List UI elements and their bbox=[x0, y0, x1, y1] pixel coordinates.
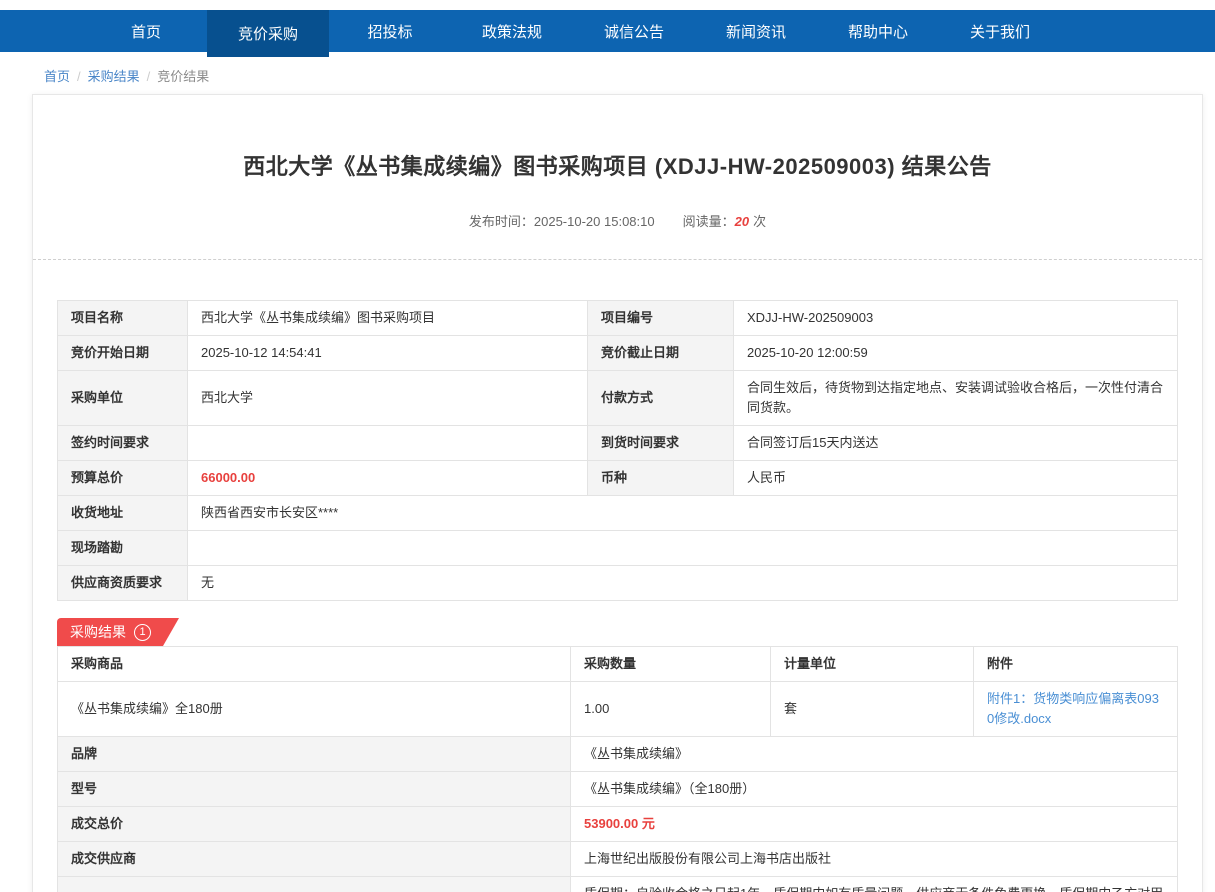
attachment-cell: 附件1：货物类响应偏离表0930修改.docx bbox=[974, 682, 1178, 737]
info-label: 项目名称 bbox=[58, 301, 188, 336]
column-header-quantity: 采购数量 bbox=[571, 647, 771, 682]
info-label: 竞价截止日期 bbox=[588, 336, 734, 371]
announcement-card: 西北大学《丛书集成续编》图书采购项目 (XDJJ-HW-202509003) 结… bbox=[32, 94, 1203, 892]
info-value: XDJJ-HW-202509003 bbox=[734, 301, 1178, 336]
info-label: 币种 bbox=[588, 461, 734, 496]
attachment-link[interactable]: 附件1：货物类响应偏离表0930修改.docx bbox=[987, 689, 1164, 729]
table-row: 现场踏勘 bbox=[58, 531, 1178, 566]
table-row: 质保及售后服务 质保期：自验收合格之日起1年。质保期内如有质量问题，供应商无条件… bbox=[58, 877, 1178, 892]
project-info-table: 项目名称 西北大学《丛书集成续编》图书采购项目 项目编号 XDJJ-HW-202… bbox=[57, 300, 1178, 601]
nav-item-bidding-purchase[interactable]: 竞价采购 bbox=[207, 10, 329, 57]
table-row: 成交总价 53900.00 元 bbox=[58, 807, 1178, 842]
breadcrumb-separator: / bbox=[77, 69, 81, 84]
result-badge-label: 采购结果 bbox=[70, 622, 126, 642]
info-label: 签约时间要求 bbox=[58, 426, 188, 461]
page-top-spacer bbox=[0, 0, 1215, 10]
product-unit: 套 bbox=[771, 682, 974, 737]
result-badge: 采购结果 1 bbox=[57, 618, 179, 646]
table-row: 型号 《丛书集成续编》（全180册） bbox=[58, 772, 1178, 807]
info-value: 陕西省西安市长安区**** bbox=[188, 496, 1178, 531]
table-row: 项目名称 西北大学《丛书集成续编》图书采购项目 项目编号 XDJJ-HW-202… bbox=[58, 301, 1178, 336]
info-value: 2025-10-20 12:00:59 bbox=[734, 336, 1178, 371]
winning-supplier: 上海世纪出版股份有限公司上海书店出版社 bbox=[571, 842, 1178, 877]
table-row: 签约时间要求 到货时间要求 合同签订后15天内送达 bbox=[58, 426, 1178, 461]
nav-item-help-center[interactable]: 帮助中心 bbox=[817, 10, 939, 52]
detail-value: 《丛书集成续编》 bbox=[571, 737, 1178, 772]
detail-value: 《丛书集成续编》（全180册） bbox=[571, 772, 1178, 807]
info-label: 收货地址 bbox=[58, 496, 188, 531]
info-value: 西北大学《丛书集成续编》图书采购项目 bbox=[188, 301, 588, 336]
info-label: 预算总价 bbox=[58, 461, 188, 496]
views-label: 阅读量： bbox=[683, 214, 735, 229]
info-value: 无 bbox=[188, 566, 1178, 601]
deal-total-price: 53900.00 元 bbox=[571, 807, 1178, 842]
budget-total-price: 66000.00 bbox=[188, 461, 588, 496]
detail-label: 质保及售后服务 bbox=[58, 877, 571, 892]
dashed-divider bbox=[33, 259, 1202, 260]
table-row: 预算总价 66000.00 币种 人民币 bbox=[58, 461, 1178, 496]
info-value: 人民币 bbox=[734, 461, 1178, 496]
views-count: 20 bbox=[735, 214, 749, 229]
nav-item-policy[interactable]: 政策法规 bbox=[451, 10, 573, 52]
breadcrumb-separator: / bbox=[147, 69, 151, 84]
breadcrumb: 首页 / 采购结果 / 竞价结果 bbox=[0, 52, 1215, 94]
column-header-unit: 计量单位 bbox=[771, 647, 974, 682]
page-title: 西北大学《丛书集成续编》图书采购项目 (XDJJ-HW-202509003) 结… bbox=[57, 149, 1178, 181]
warranty-service: 质保期：自验收合格之日起1年。质保期内如有质量问题，供应商无条件免费更换。质保期… bbox=[571, 877, 1178, 892]
table-row: 供应商资质要求 无 bbox=[58, 566, 1178, 601]
info-value bbox=[188, 426, 588, 461]
info-value: 2025-10-12 14:54:41 bbox=[188, 336, 588, 371]
table-row: 收货地址 陕西省西安市长安区**** bbox=[58, 496, 1178, 531]
info-label: 采购单位 bbox=[58, 371, 188, 426]
info-label: 供应商资质要求 bbox=[58, 566, 188, 601]
table-row: 竞价开始日期 2025-10-12 14:54:41 竞价截止日期 2025-1… bbox=[58, 336, 1178, 371]
breadcrumb-home-link[interactable]: 首页 bbox=[44, 69, 70, 84]
detail-label: 品牌 bbox=[58, 737, 571, 772]
detail-label: 型号 bbox=[58, 772, 571, 807]
result-count-circle-icon: 1 bbox=[134, 624, 151, 641]
article-meta: 发布时间：2025-10-20 15:08:10 阅读量：20 次 bbox=[57, 211, 1178, 230]
detail-label: 成交总价 bbox=[58, 807, 571, 842]
info-value: 西北大学 bbox=[188, 371, 588, 426]
publish-time-value: 2025-10-20 15:08:10 bbox=[534, 214, 655, 229]
table-row: 成交供应商 上海世纪出版股份有限公司上海书店出版社 bbox=[58, 842, 1178, 877]
nav-item-home[interactable]: 首页 bbox=[85, 10, 207, 52]
info-label: 项目编号 bbox=[588, 301, 734, 336]
column-header-product: 采购商品 bbox=[58, 647, 571, 682]
nav-item-integrity-notice[interactable]: 诚信公告 bbox=[573, 10, 695, 52]
views-unit: 次 bbox=[753, 214, 766, 229]
info-label: 到货时间要求 bbox=[588, 426, 734, 461]
main-navbar: 首页 竞价采购 招投标 政策法规 诚信公告 新闻资讯 帮助中心 关于我们 bbox=[0, 10, 1215, 52]
column-header-attachment: 附件 bbox=[974, 647, 1178, 682]
publish-time-label: 发布时间： bbox=[469, 214, 534, 229]
info-value bbox=[188, 531, 1178, 566]
info-label: 付款方式 bbox=[588, 371, 734, 426]
nav-item-about-us[interactable]: 关于我们 bbox=[939, 10, 1061, 52]
detail-label: 成交供应商 bbox=[58, 842, 571, 877]
breadcrumb-section-link[interactable]: 采购结果 bbox=[88, 69, 140, 84]
breadcrumb-current: 竞价结果 bbox=[157, 69, 209, 84]
table-row: 品牌 《丛书集成续编》 bbox=[58, 737, 1178, 772]
table-row: 《丛书集成续编》全180册 1.00 套 附件1：货物类响应偏离表0930修改.… bbox=[58, 682, 1178, 737]
nav-item-news[interactable]: 新闻资讯 bbox=[695, 10, 817, 52]
info-label: 竞价开始日期 bbox=[58, 336, 188, 371]
info-label: 现场踏勘 bbox=[58, 531, 188, 566]
procurement-result-table: 采购商品 采购数量 计量单位 附件 《丛书集成续编》全180册 1.00 套 附… bbox=[57, 646, 1178, 892]
product-quantity: 1.00 bbox=[571, 682, 771, 737]
product-name: 《丛书集成续编》全180册 bbox=[58, 682, 571, 737]
nav-item-tender[interactable]: 招投标 bbox=[329, 10, 451, 52]
info-value: 合同签订后15天内送达 bbox=[734, 426, 1178, 461]
table-header-row: 采购商品 采购数量 计量单位 附件 bbox=[58, 647, 1178, 682]
table-row: 采购单位 西北大学 付款方式 合同生效后，待货物到达指定地点、安装调试验收合格后… bbox=[58, 371, 1178, 426]
info-value: 合同生效后，待货物到达指定地点、安装调试验收合格后，一次性付清合同货款。 bbox=[734, 371, 1178, 426]
